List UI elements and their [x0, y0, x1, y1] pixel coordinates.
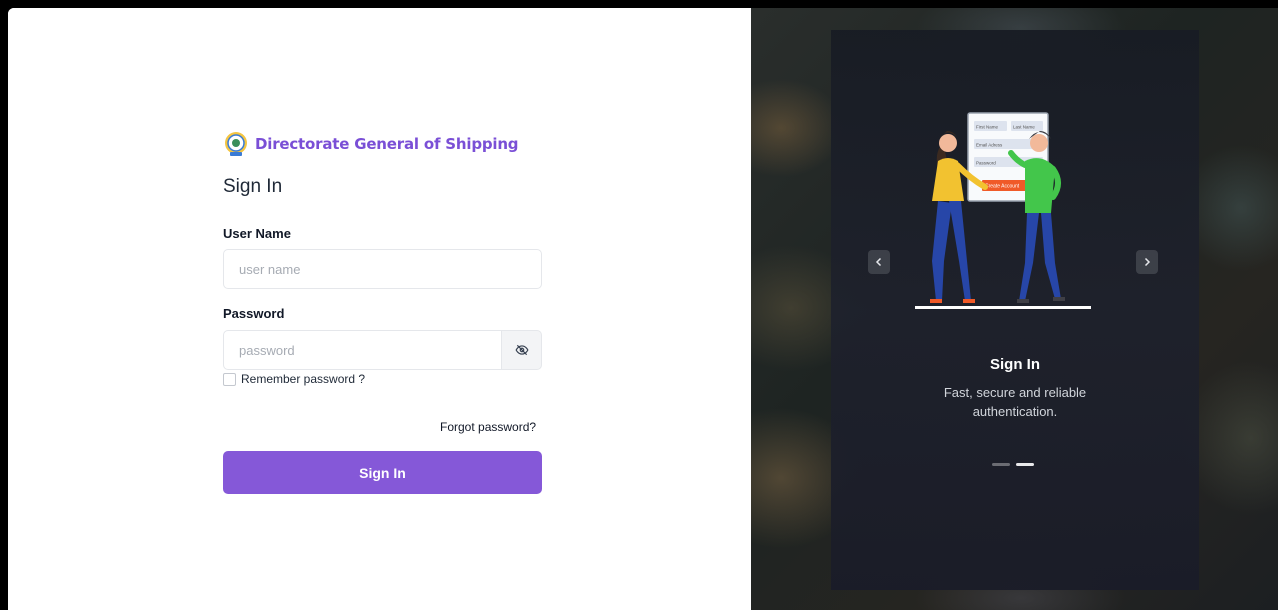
illustration-email: Email Adress	[976, 143, 1003, 148]
brand-name: Directorate General of Shipping	[255, 135, 519, 153]
brand: Directorate General of Shipping	[223, 131, 519, 157]
illustration-last-name: Last Name	[1013, 125, 1035, 130]
carousel-prev-button[interactable]	[868, 250, 890, 274]
remember-password: Remember password ?	[223, 372, 365, 386]
remember-checkbox[interactable]	[223, 372, 236, 386]
page-title: Sign In	[223, 176, 283, 197]
username-label: User Name	[223, 226, 291, 241]
login-panel: Directorate General of Shipping Sign In …	[8, 8, 751, 610]
chevron-left-icon	[875, 257, 882, 267]
eye-off-icon	[515, 344, 528, 356]
carousel-indicators	[992, 463, 1034, 466]
username-input[interactable]	[223, 249, 542, 289]
sign-in-illustration: First Name Last Name Email Adress Passwo…	[915, 112, 1091, 309]
password-input[interactable]	[223, 330, 502, 370]
slide-description: Fast, secure and reliable authentication…	[943, 385, 1087, 419]
emblem-icon	[225, 132, 247, 156]
password-label: Password	[223, 306, 285, 321]
illustration-first-name: First Name	[976, 125, 998, 130]
chevron-right-icon	[1144, 257, 1151, 267]
illustration-create-account: Create Account	[985, 184, 1020, 190]
sign-in-button[interactable]: Sign In	[223, 451, 542, 494]
slide-title: Sign In	[990, 356, 1040, 373]
forgot-password-link[interactable]: Forgot password?	[440, 420, 536, 434]
remember-label[interactable]: Remember password ?	[241, 372, 365, 386]
app-window: Directorate General of Shipping Sign In …	[8, 8, 1278, 610]
illustration-password: Password	[976, 161, 996, 166]
carousel-indicator-1[interactable]	[992, 463, 1010, 466]
background-image: First Name Last Name Email Adress Passwo…	[751, 8, 1278, 610]
carousel-indicator-2[interactable]	[1016, 463, 1034, 466]
carousel-next-button[interactable]	[1136, 250, 1158, 274]
password-visibility-toggle[interactable]	[502, 330, 542, 370]
